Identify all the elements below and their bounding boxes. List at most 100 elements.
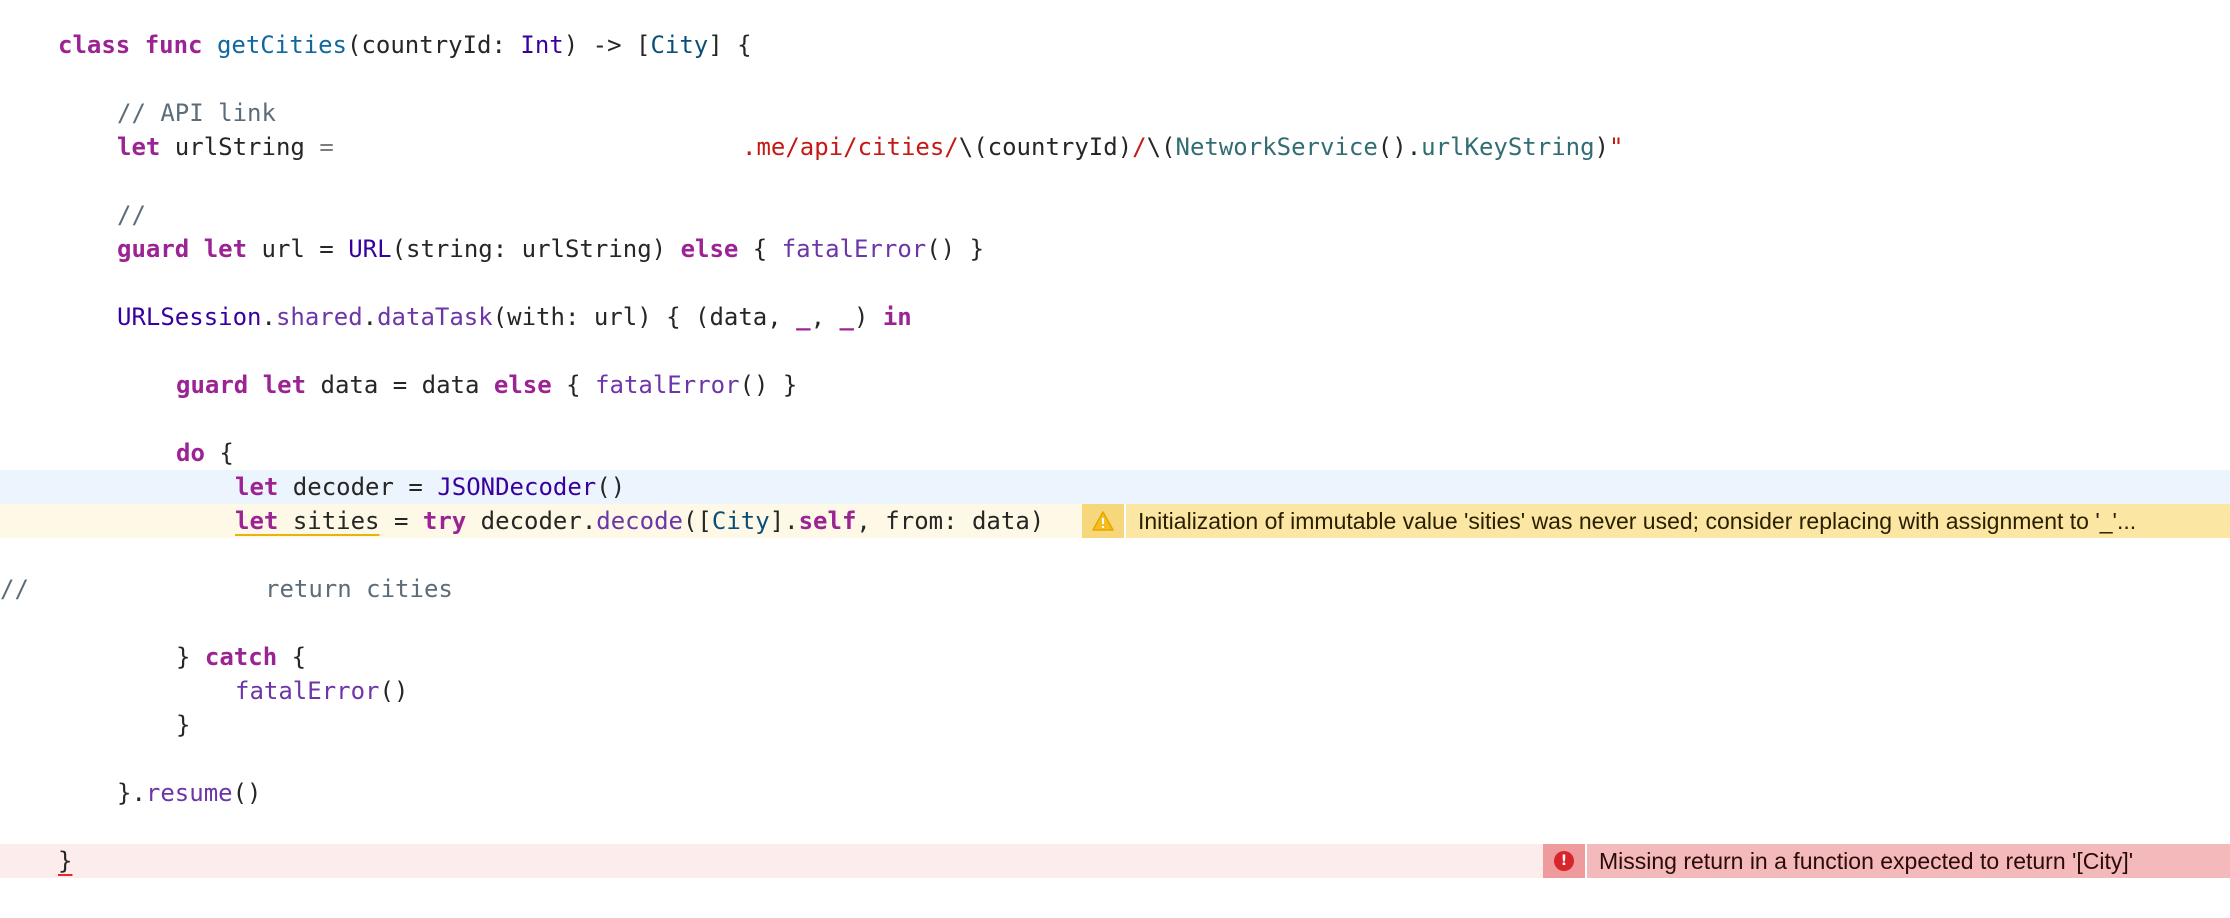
comment-token: return cities (265, 575, 453, 603)
identifier-token: urlKeyString (1421, 133, 1595, 161)
keyword-token: let (203, 235, 248, 263)
plain-token: \(countryId) (958, 133, 1133, 161)
plain-token: . (362, 303, 378, 331)
error-circle-icon-glyph: ! (1554, 851, 1574, 871)
plain-token: (string: urlString) (391, 235, 681, 263)
keyword-token: let (117, 133, 161, 161)
plain-token: () (379, 677, 409, 705)
error-circle-icon: ! (1543, 844, 1587, 878)
keyword-token: guard (176, 371, 249, 399)
code-line-commented-return[interactable]: // return cities (0, 572, 2230, 606)
keyword-token: let (235, 507, 279, 535)
plain-token: (). (1377, 133, 1422, 161)
plain-token: url = (247, 235, 349, 263)
method-token: resume (145, 779, 233, 807)
plain-token: ) -> [ (563, 31, 651, 59)
keyword-token: else (493, 371, 552, 399)
type-token: City (711, 507, 770, 535)
keyword-token: let (262, 371, 307, 399)
function-call-token: fatalError (595, 371, 740, 399)
plain-token: decoder = (278, 473, 438, 501)
string-token: / (1132, 133, 1147, 161)
plain-token: { (204, 439, 234, 467)
plain-token: }. (117, 779, 146, 807)
keyword-token: catch (204, 643, 278, 671)
code-line-decoder-current[interactable]: let decoder = JSONDecoder() (0, 470, 2230, 504)
comment-token: // API link (117, 99, 276, 127)
type-token: City (650, 31, 709, 59)
keyword-token: in (882, 303, 912, 331)
plain-token: (with: url) { (data, (492, 303, 797, 331)
type-token: JSONDecoder (437, 473, 597, 501)
closing-brace-token: } (58, 847, 73, 875)
plain-token: () } (739, 371, 798, 399)
keyword-token: do (176, 439, 205, 467)
code-line-guard-data[interactable]: guard let data = data else { fatalError(… (0, 368, 2230, 402)
code-line-catch[interactable]: } catch { (0, 640, 2230, 674)
warning-message: Initialization of immutable value 'sitie… (1138, 508, 2137, 534)
code-line-url-string[interactable]: let urlString = .me/api/cities/\(country… (0, 130, 2230, 164)
plain-token: } (176, 711, 191, 739)
warning-triangle-icon (1082, 504, 1126, 538)
code-line-resume[interactable]: }.resume() (0, 776, 2230, 810)
type-token: NetworkService (1175, 133, 1378, 161)
plain-token: . (261, 303, 276, 331)
function-name-token: getCities (216, 31, 347, 59)
keyword-token: class (58, 31, 131, 59)
code-line-decode-warning[interactable]: let sities = try decoder.decode([City].s… (0, 504, 2230, 538)
code-text: guard let data = data else { fatalError(… (176, 368, 797, 402)
function-call-token: fatalError (781, 235, 927, 263)
plain-token: () (232, 779, 262, 807)
keyword-token: _ (839, 303, 854, 331)
plain-token: ]. (769, 507, 799, 535)
code-text: do { (176, 436, 234, 470)
code-text: URLSession.shared.dataTask(with: url) { … (117, 300, 912, 334)
plain-token: = (379, 507, 423, 535)
code-text: } (176, 708, 190, 742)
plain-token: { (277, 643, 307, 671)
plain-token: , (810, 303, 840, 331)
code-line-closing-brace-error[interactable]: } ! Missing return in a function expecte… (0, 844, 2230, 878)
code-editor[interactable]: class func getCities(countryId: Int) -> … (0, 0, 2230, 918)
plain-token: ] { (708, 31, 752, 59)
code-line-data-task[interactable]: URLSession.shared.dataTask(with: url) { … (0, 300, 2230, 334)
code-line-func-declaration[interactable]: class func getCities(countryId: Int) -> … (0, 28, 2230, 62)
plain-token: data = data (306, 371, 494, 399)
code-line-guard-url[interactable]: guard let url = URL(string: urlString) e… (0, 232, 2230, 266)
error-message: Missing return in a function expected to… (1599, 848, 2134, 874)
code-line-comment-api-link[interactable]: // API link (0, 96, 2230, 130)
code-line-close-catch[interactable]: } (0, 708, 2230, 742)
error-annotation[interactable]: ! Missing return in a function expected … (1543, 844, 2230, 878)
code-line-comment[interactable]: // (0, 198, 2230, 232)
code-line-fatal-error[interactable]: fatalError() (0, 674, 2230, 708)
plain-token: ([ (682, 507, 712, 535)
unused-variable-token: sities (292, 507, 380, 535)
code-text: guard let url = URL(string: urlString) e… (117, 232, 984, 266)
code-line-do[interactable]: do { (0, 436, 2230, 470)
warning-annotation[interactable]: Initialization of immutable value 'sitie… (1082, 504, 2230, 538)
type-token: Int (520, 31, 564, 59)
plain-token: (countryId: (347, 31, 521, 59)
keyword-token: self (798, 507, 857, 535)
keyword-token: guard (117, 235, 190, 263)
plain-token: , from: data) (856, 507, 1045, 535)
code-text: let decoder = JSONDecoder() (235, 470, 625, 504)
warning-triangle-icon-shape (1092, 511, 1114, 531)
plain-token: () (596, 473, 626, 501)
plain-token: \( (1146, 133, 1176, 161)
plain-token: decoder. (466, 507, 597, 535)
code-text: } catch { (176, 640, 306, 674)
plain-token: { (738, 235, 782, 263)
plain-token: { (551, 371, 596, 399)
plain-token: ) (1594, 133, 1609, 161)
code-text: let sities = try decoder.decode([City].s… (235, 504, 1044, 538)
type-token: URL (348, 235, 392, 263)
plain-token: = (319, 133, 334, 161)
keyword-token: func (144, 31, 203, 59)
plain-token: urlString (160, 133, 320, 161)
comment-token: // (117, 201, 146, 229)
keyword-token: let (235, 473, 279, 501)
method-token: dataTask (377, 303, 493, 331)
code-text: fatalError() (235, 674, 408, 708)
